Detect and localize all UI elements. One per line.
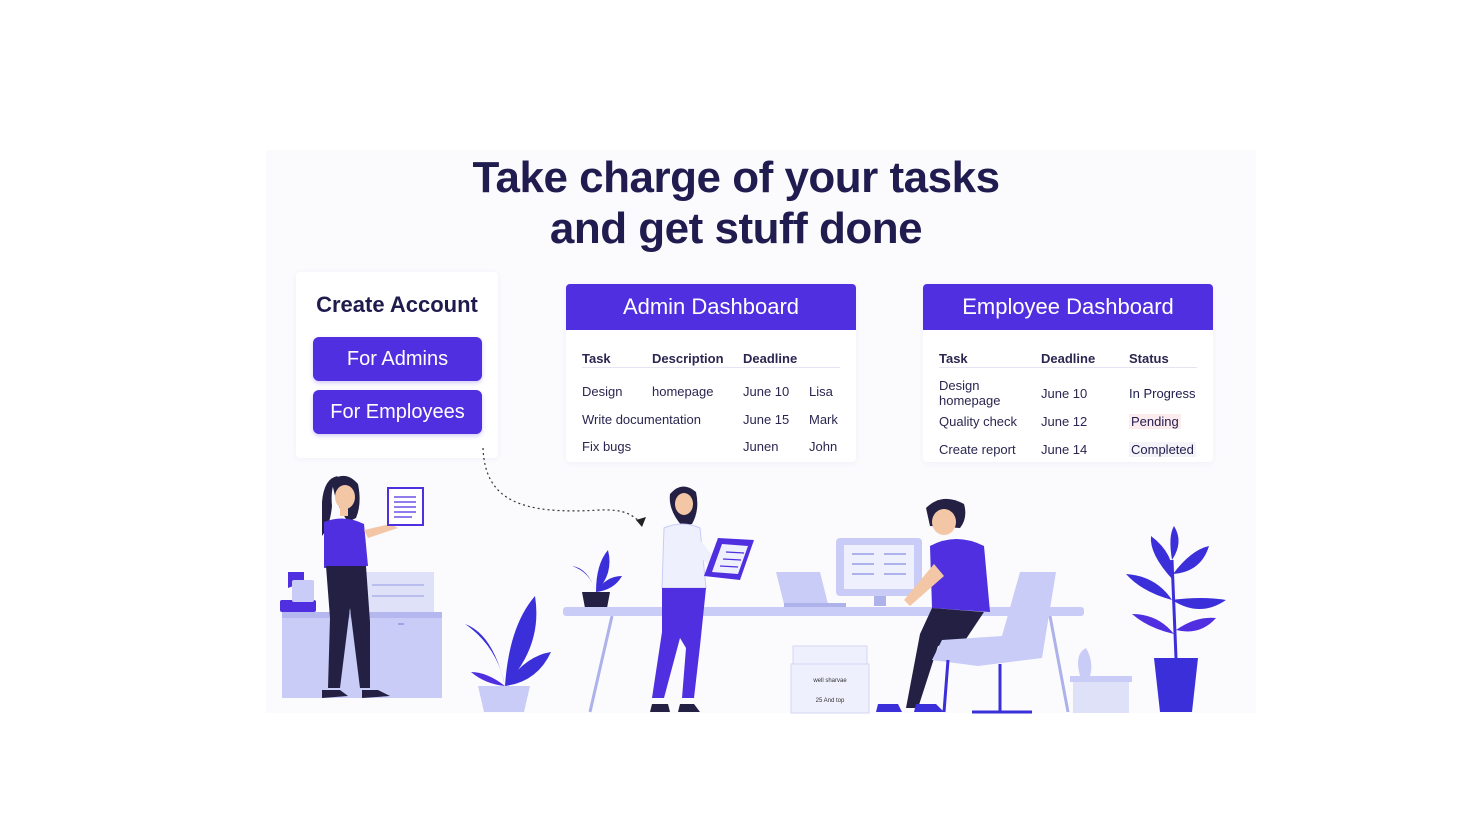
man-at-computer [876,498,990,712]
trash-bin-icon [1070,648,1132,713]
potted-plant-right [1126,526,1226,712]
woman-holding-tablet [650,486,754,712]
office-illustration: well sharvae 25 And top [280,447,1226,714]
box-label-2: 25 And top [816,698,845,704]
potted-plant-left [465,596,551,712]
telephone-icon [280,572,316,612]
arrow-head-icon [636,517,646,527]
laptop-icon [776,572,846,607]
desk-plant [572,550,622,608]
box-label-1: well sharvae [812,678,847,684]
dashed-arrow [482,447,641,523]
